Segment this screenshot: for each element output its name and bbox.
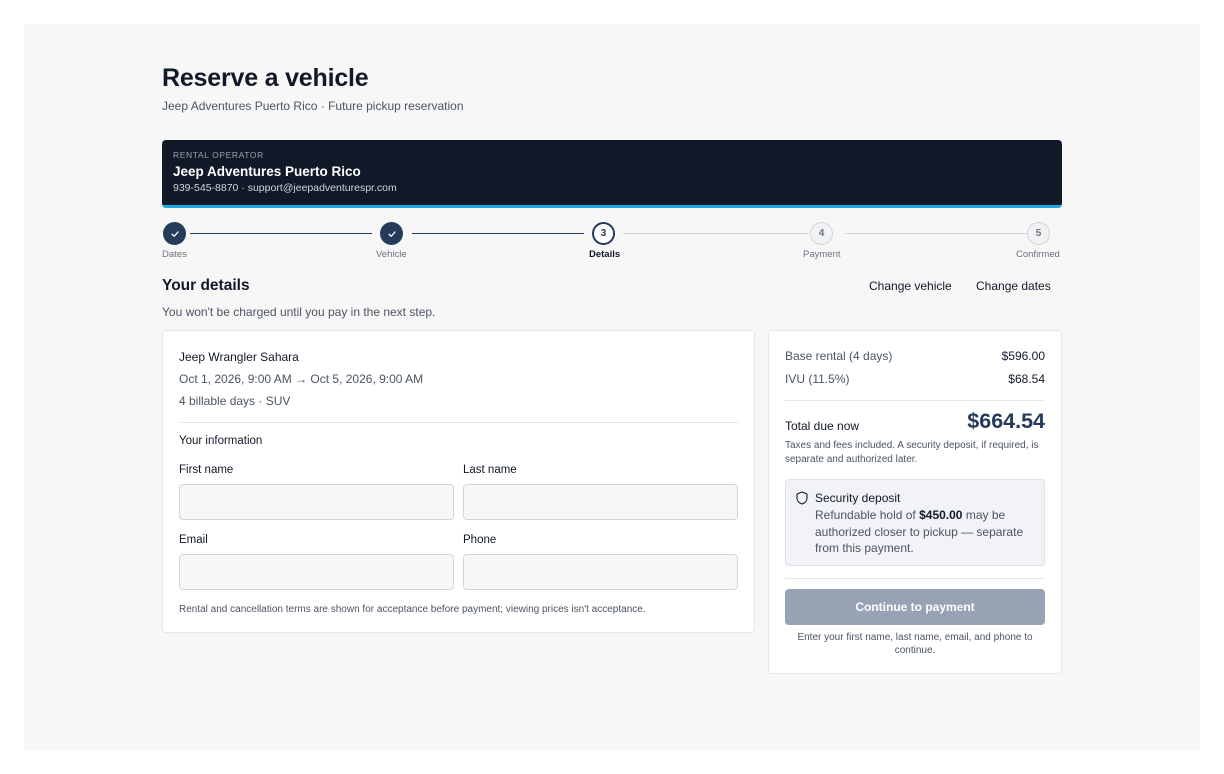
first-name-label: First name xyxy=(179,464,234,476)
base-rental-label: Base rental (4 days) xyxy=(785,349,893,363)
operator-name: Jeep Adventures Puerto Rico xyxy=(173,164,361,179)
step-circle: 5 xyxy=(1027,222,1050,245)
continue-to-payment-button[interactable]: Continue to payment xyxy=(785,589,1045,625)
total-value: $664.54 xyxy=(967,409,1045,433)
step-circle xyxy=(163,222,186,245)
deposit-title: Security deposit xyxy=(815,491,901,505)
step-label: Vehicle xyxy=(376,249,407,260)
step-circle: 4 xyxy=(810,222,833,245)
last-name-field[interactable] xyxy=(463,484,738,520)
tax-note: Taxes and fees included. A security depo… xyxy=(785,440,1039,465)
base-rental-value: $596.00 xyxy=(1001,349,1045,363)
info-heading: Your information xyxy=(179,435,263,447)
check-icon xyxy=(387,230,396,237)
page-title: Reserve a vehicle xyxy=(162,64,369,92)
continue-note: Enter your first name, last name, email,… xyxy=(797,632,1033,656)
step-circle xyxy=(380,222,403,245)
operator-kicker: RENTAL OPERATOR xyxy=(173,150,264,160)
base-rental-row: Base rental (4 days) $596.00 xyxy=(785,349,1045,363)
first-name-field[interactable] xyxy=(179,484,454,520)
details-note: You won't be charged until you pay in th… xyxy=(162,305,436,319)
last-name-label: Last name xyxy=(463,464,517,476)
tax-row: IVU (11.5%) $68.54 xyxy=(785,372,1045,386)
total-label: Total due now xyxy=(785,419,860,433)
shield-icon xyxy=(796,491,808,505)
terms-note: Rental and cancellation terms are shown … xyxy=(179,604,646,615)
step-connector xyxy=(412,233,584,234)
change-dates-button[interactable]: Change dates xyxy=(976,279,1051,293)
vehicle-name: Jeep Wrangler Sahara xyxy=(179,350,299,364)
phone-field[interactable] xyxy=(463,554,738,590)
deposit-text-pre: Refundable hold of xyxy=(815,508,920,522)
vehicle-dates: Oct 1, 2026, 9:00 AM → Oct 5, 2026, 9:00… xyxy=(179,372,424,386)
change-vehicle-button[interactable]: Change vehicle xyxy=(869,279,952,293)
tax-label: IVU (11.5%) xyxy=(785,372,850,386)
deposit-text: Refundable hold of $450.00 may be author… xyxy=(815,507,1039,557)
step-connector xyxy=(845,233,1027,234)
check-icon xyxy=(170,230,179,237)
page-canvas: Reserve a vehicle Jeep Adventures Puerto… xyxy=(24,24,1200,750)
tax-value: $68.54 xyxy=(1008,372,1045,386)
step-label: Details xyxy=(589,249,621,260)
price-summary-card: Base rental (4 days) $596.00 IVU (11.5%)… xyxy=(768,330,1062,674)
operator-contact: 939-545-8870 · support@jeepadventurespr.… xyxy=(173,182,397,194)
security-deposit-box: Security deposit Refundable hold of $450… xyxy=(785,479,1045,566)
operator-banner: RENTAL OPERATOR Jeep Adventures Puerto R… xyxy=(162,140,1062,208)
phone-label: Phone xyxy=(463,534,497,546)
step-label: Dates xyxy=(162,249,187,260)
step-connector xyxy=(190,233,372,234)
step-label: Confirmed xyxy=(1016,249,1060,260)
details-heading: Your details xyxy=(162,277,250,294)
divider xyxy=(785,400,1045,401)
progress-stepper: Dates Vehicle 3 Details 4 Payment 5 Conf… xyxy=(162,222,1062,264)
step-circle: 3 xyxy=(592,222,615,245)
email-field[interactable] xyxy=(179,554,454,590)
deposit-amount: $450.00 xyxy=(919,508,963,522)
divider xyxy=(179,422,738,423)
step-label: Payment xyxy=(803,249,841,260)
vehicle-summary: 4 billable days · SUV xyxy=(179,394,291,408)
divider xyxy=(785,578,1045,579)
page-subtitle: Jeep Adventures Puerto Rico · Future pic… xyxy=(162,99,464,113)
step-connector xyxy=(623,233,809,234)
details-card: Jeep Wrangler Sahara Oct 1, 2026, 9:00 A… xyxy=(162,330,755,633)
email-label: Email xyxy=(179,534,208,546)
